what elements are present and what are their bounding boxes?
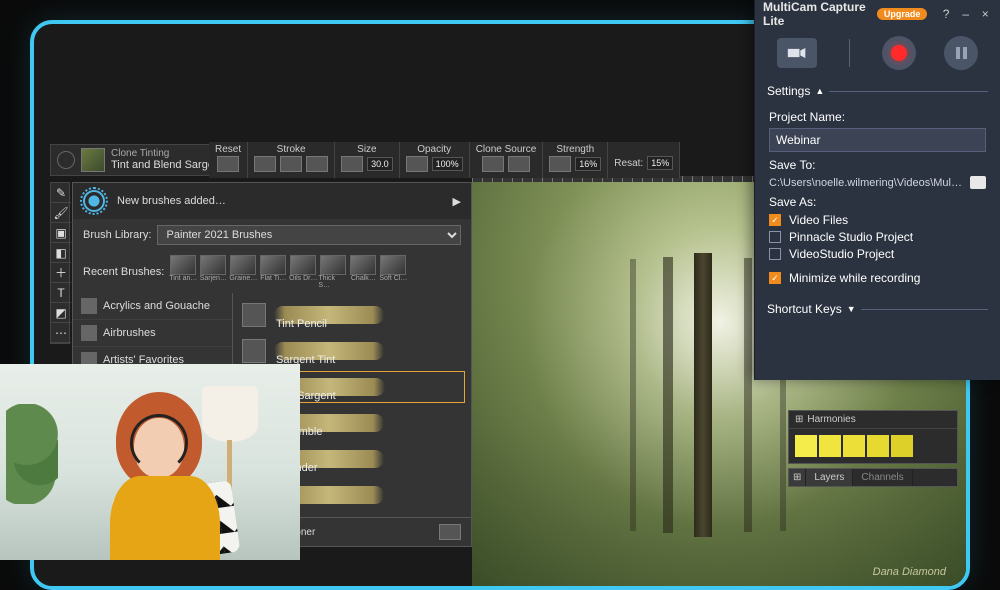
opt-clone-source[interactable]: Clone Source	[470, 142, 544, 178]
tint-thumb-icon	[81, 148, 105, 172]
chevron-down-icon: ▼	[847, 304, 856, 314]
layers-panel: ⊞ Layers Channels	[788, 468, 958, 487]
recent-brush-thumb[interactable]	[200, 255, 226, 275]
gear-brush-icon[interactable]	[83, 190, 105, 212]
brush-library-label: Brush Library:	[83, 229, 151, 241]
new-brushes-label: New brushes added…	[117, 195, 441, 207]
saveas-checkbox[interactable]: Video Files	[769, 213, 986, 227]
harmony-swatch[interactable]	[843, 435, 865, 457]
close-icon[interactable]: ×	[978, 6, 992, 22]
minimize-icon[interactable]: –	[959, 6, 973, 22]
webcam-preview	[0, 364, 300, 560]
shape-tool-icon[interactable]: ◧	[51, 243, 71, 263]
record-icon	[891, 45, 907, 61]
expand-icon[interactable]: ⊞	[795, 414, 803, 425]
headset-icon	[130, 414, 188, 472]
minimize-checkbox[interactable]: Minimize while recording	[769, 271, 986, 285]
recent-brush-thumb[interactable]	[230, 255, 256, 275]
camera-settings-button[interactable]	[777, 38, 817, 68]
brush-category[interactable]: Acrylics and Gouache	[73, 293, 232, 320]
refresh-icon[interactable]	[57, 151, 75, 169]
opt-strength[interactable]: Strength 16%	[543, 142, 608, 178]
option-bar: Reset Stroke Size 30.0 Opacity 100% Clon…	[209, 142, 680, 178]
checkbox-icon	[769, 231, 781, 243]
reset-icon	[217, 156, 239, 172]
category-icon	[81, 298, 97, 314]
tree-trunk	[694, 253, 712, 537]
opt-stroke[interactable]: Stroke	[248, 142, 335, 178]
plus-tool-icon[interactable]: ＋	[51, 263, 71, 283]
harmony-swatch[interactable]	[795, 435, 817, 457]
recent-brush-thumb[interactable]	[260, 255, 286, 275]
folder-icon[interactable]	[970, 176, 986, 189]
saveas-checkbox[interactable]: VideoStudio Project	[769, 247, 986, 261]
multicam-panel: MultiCam Capture Lite Upgrade ? – × Sett…	[754, 0, 1000, 380]
brush-category[interactable]: Airbrushes	[73, 320, 232, 347]
expand-icon[interactable]: ⊞	[789, 469, 806, 486]
save-to-label: Save To:	[769, 158, 986, 172]
settings-header[interactable]: Settings▲	[755, 78, 1000, 100]
shortcut-keys-header[interactable]: Shortcut Keys▼	[755, 296, 1000, 318]
app-title: MultiCam Capture Lite	[763, 0, 871, 28]
tab-channels[interactable]: Channels	[853, 469, 912, 486]
tab-layers[interactable]: Layers	[806, 469, 853, 486]
recent-brush-thumb[interactable]	[290, 255, 316, 275]
compat-icon[interactable]	[439, 524, 461, 540]
project-name-input[interactable]	[769, 128, 986, 152]
opt-opacity[interactable]: Opacity 100%	[400, 142, 470, 178]
brush-icon	[242, 339, 266, 363]
brush-row[interactable]: Tint Pencil	[239, 299, 465, 331]
opt-resat[interactable]: . Resat:15%	[608, 142, 680, 178]
harmonies-panel: ⊞ Harmonies	[788, 410, 958, 464]
text-tool-icon[interactable]: T	[51, 283, 71, 303]
flyout-arrow-icon[interactable]: ▶	[453, 195, 461, 208]
opt-reset[interactable]: Reset	[209, 142, 248, 178]
clone-tool-icon[interactable]: ◩	[51, 303, 71, 323]
category-icon	[81, 325, 97, 341]
checkbox-icon	[769, 272, 781, 284]
fill-tool-icon[interactable]: ▣	[51, 223, 71, 243]
presenter	[82, 380, 232, 560]
saveas-checkbox[interactable]: Pinnacle Studio Project	[769, 230, 986, 244]
opt-size[interactable]: Size 30.0	[335, 142, 400, 178]
misc-tool-icon[interactable]: ⋯	[51, 323, 71, 343]
save-to-path: C:\Users\noelle.wilmering\Videos\Multi…	[769, 177, 962, 189]
brush-icon	[242, 303, 266, 327]
record-button[interactable]	[882, 36, 916, 70]
recent-brush-thumb[interactable]	[170, 255, 196, 275]
chevron-up-icon: ▲	[815, 86, 824, 96]
checkbox-icon	[769, 214, 781, 226]
recent-brush-thumb[interactable]	[380, 255, 406, 275]
harmonies-title: Harmonies	[807, 414, 855, 425]
camera-icon	[787, 46, 807, 60]
brush-size-icon	[341, 156, 363, 172]
harmony-swatch[interactable]	[891, 435, 913, 457]
artist-signature: Dana Diamond	[873, 566, 946, 578]
tint-header: Clone Tinting Tint and Blend Sargent	[50, 144, 230, 176]
tint-main: Tint and Blend Sargent	[111, 159, 223, 171]
plant-icon	[6, 404, 58, 504]
recent-brushes-label: Recent Brushes:	[83, 266, 164, 278]
recent-brushes-row: Recent Brushes: Tint an…Sarjen…Graine…Fl…	[73, 251, 471, 293]
help-icon[interactable]: ?	[939, 6, 953, 22]
save-as-label: Save As:	[769, 195, 986, 209]
harmony-swatch[interactable]	[819, 435, 841, 457]
eyedropper-icon[interactable]: ✎	[51, 183, 71, 203]
brush-row[interactable]: Sargent Tint	[239, 335, 465, 367]
recent-brush-thumb[interactable]	[320, 255, 346, 275]
opacity-icon	[406, 156, 428, 172]
upgrade-badge[interactable]: Upgrade	[877, 8, 928, 20]
harmony-swatch[interactable]	[867, 435, 889, 457]
checkbox-icon	[769, 248, 781, 260]
brush-library-select[interactable]: Painter 2021 Brushes	[157, 225, 461, 245]
pause-button[interactable]	[944, 36, 978, 70]
project-name-label: Project Name:	[769, 110, 986, 124]
recent-brush-thumb[interactable]	[350, 255, 376, 275]
tint-small: Clone Tinting	[111, 148, 223, 159]
brush-tool-icon[interactable]: 🖌	[51, 203, 71, 223]
tool-strip: ✎ 🖌 ▣ ◧ ＋ T ◩ ⋯	[50, 182, 70, 344]
